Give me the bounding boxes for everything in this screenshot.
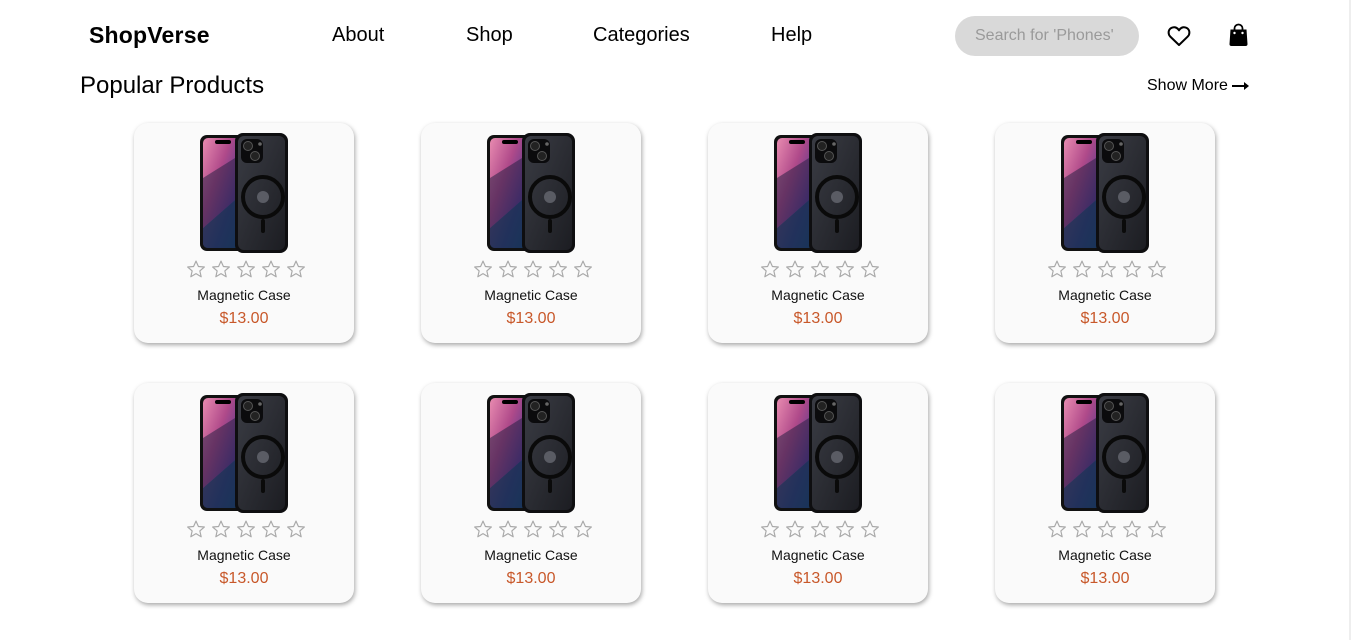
star-rating xyxy=(186,259,306,281)
product-image xyxy=(773,393,863,513)
nav-link-help[interactable]: Help xyxy=(771,24,812,47)
star-icon[interactable] xyxy=(1122,519,1142,539)
product-image xyxy=(773,133,863,253)
product-card[interactable]: Magnetic Case $13.00 xyxy=(421,123,641,343)
star-icon[interactable] xyxy=(1047,259,1067,279)
product-image xyxy=(486,393,576,513)
product-price: $13.00 xyxy=(1080,310,1130,327)
product-image xyxy=(199,133,289,253)
star-icon[interactable] xyxy=(810,259,830,279)
nav-link-categories[interactable]: Categories xyxy=(593,24,690,47)
product-name: Magnetic Case xyxy=(771,287,865,303)
shopping-bag-icon[interactable] xyxy=(1228,23,1249,47)
star-icon[interactable] xyxy=(523,519,543,539)
product-card[interactable]: Magnetic Case $13.00 xyxy=(134,383,354,603)
star-icon[interactable] xyxy=(1122,259,1142,279)
star-icon[interactable] xyxy=(1147,259,1167,279)
star-icon[interactable] xyxy=(236,519,256,539)
product-price: $13.00 xyxy=(1080,570,1130,587)
heart-icon[interactable] xyxy=(1167,25,1191,47)
product-name: Magnetic Case xyxy=(484,547,578,563)
star-icon[interactable] xyxy=(835,519,855,539)
star-icon[interactable] xyxy=(573,519,593,539)
nav-link-shop[interactable]: Shop xyxy=(466,24,513,47)
product-name: Magnetic Case xyxy=(771,547,865,563)
star-icon[interactable] xyxy=(261,259,281,279)
show-more-link[interactable]: Show More xyxy=(1147,77,1250,95)
product-card[interactable]: Magnetic Case $13.00 xyxy=(995,123,1215,343)
star-icon[interactable] xyxy=(860,519,880,539)
star-icon[interactable] xyxy=(573,259,593,279)
star-icon[interactable] xyxy=(473,259,493,279)
star-icon[interactable] xyxy=(860,259,880,279)
star-icon[interactable] xyxy=(835,259,855,279)
product-name: Magnetic Case xyxy=(484,287,578,303)
star-icon[interactable] xyxy=(1147,519,1167,539)
star-icon[interactable] xyxy=(1047,519,1067,539)
star-icon[interactable] xyxy=(498,259,518,279)
show-more-label: Show More xyxy=(1147,77,1228,94)
star-rating xyxy=(1047,519,1167,541)
product-image xyxy=(199,393,289,513)
star-icon[interactable] xyxy=(785,259,805,279)
star-icon[interactable] xyxy=(1072,259,1092,279)
page: ShopVerse About Shop Categories Help Pop… xyxy=(0,0,1351,640)
star-icon[interactable] xyxy=(498,519,518,539)
star-icon[interactable] xyxy=(186,259,206,279)
product-card[interactable]: Magnetic Case $13.00 xyxy=(134,123,354,343)
star-icon[interactable] xyxy=(810,519,830,539)
star-icon[interactable] xyxy=(261,519,281,539)
star-icon[interactable] xyxy=(236,259,256,279)
product-price: $13.00 xyxy=(219,570,269,587)
product-name: Magnetic Case xyxy=(197,287,291,303)
product-name: Magnetic Case xyxy=(197,547,291,563)
product-name: Magnetic Case xyxy=(1058,287,1152,303)
nav-link-about[interactable]: About xyxy=(332,24,384,47)
product-card[interactable]: Magnetic Case $13.00 xyxy=(995,383,1215,603)
product-price: $13.00 xyxy=(506,570,556,587)
star-rating xyxy=(473,519,593,541)
product-price: $13.00 xyxy=(506,310,556,327)
star-icon[interactable] xyxy=(548,519,568,539)
product-price: $13.00 xyxy=(793,310,843,327)
star-icon[interactable] xyxy=(785,519,805,539)
product-image xyxy=(1060,133,1150,253)
star-icon[interactable] xyxy=(548,259,568,279)
star-icon[interactable] xyxy=(211,259,231,279)
section-title: Popular Products xyxy=(80,72,265,99)
star-icon[interactable] xyxy=(211,519,231,539)
arrow-right-icon xyxy=(1231,82,1249,90)
star-rating xyxy=(1047,259,1167,281)
star-icon[interactable] xyxy=(1097,519,1117,539)
product-price: $13.00 xyxy=(793,570,843,587)
star-icon[interactable] xyxy=(473,519,493,539)
star-icon[interactable] xyxy=(760,519,780,539)
star-icon[interactable] xyxy=(286,519,306,539)
product-price: $13.00 xyxy=(219,310,269,327)
star-icon[interactable] xyxy=(760,259,780,279)
star-rating xyxy=(760,259,880,281)
product-card[interactable]: Magnetic Case $13.00 xyxy=(708,383,928,603)
product-card[interactable]: Magnetic Case $13.00 xyxy=(708,123,928,343)
product-image xyxy=(1060,393,1150,513)
product-name: Magnetic Case xyxy=(1058,547,1152,563)
star-icon[interactable] xyxy=(186,519,206,539)
logo[interactable]: ShopVerse xyxy=(89,22,210,49)
star-icon[interactable] xyxy=(523,259,543,279)
star-rating xyxy=(186,519,306,541)
star-icon[interactable] xyxy=(1097,259,1117,279)
star-icon[interactable] xyxy=(1072,519,1092,539)
search-input[interactable] xyxy=(955,16,1139,56)
star-rating xyxy=(473,259,593,281)
star-icon[interactable] xyxy=(286,259,306,279)
product-image xyxy=(486,133,576,253)
star-rating xyxy=(760,519,880,541)
product-card[interactable]: Magnetic Case $13.00 xyxy=(421,383,641,603)
